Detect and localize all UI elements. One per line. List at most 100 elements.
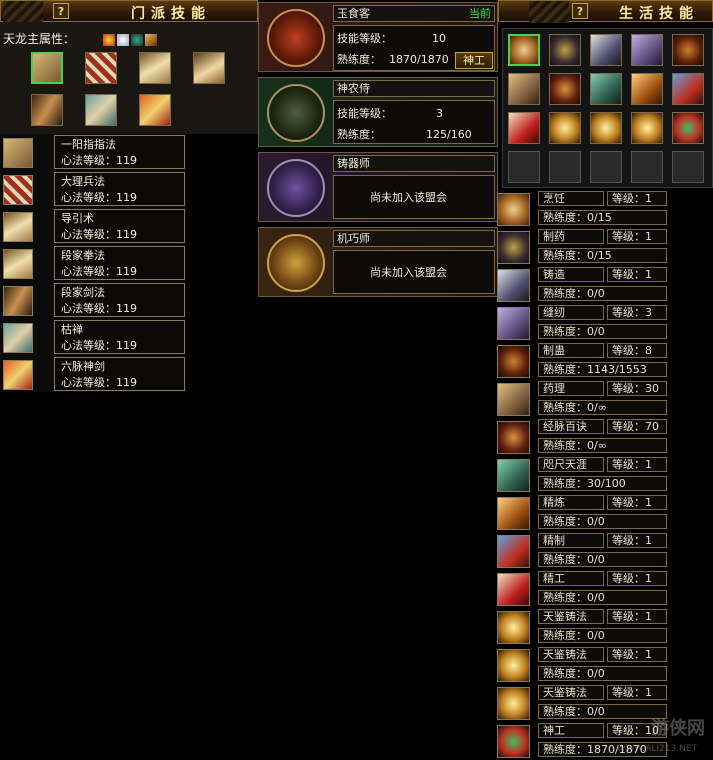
guild-card-smith[interactable]: 铸器师 尚未加入该盟会 [258,152,498,222]
army-book-icon[interactable] [3,175,33,205]
refine-icon[interactable] [497,497,530,530]
guild-name: 铸器师 [337,157,370,170]
life-skill-name-box: 精炼 [538,495,604,510]
life-skill-name-box: 铸造 [538,267,604,282]
sect-skill-level: 心法等级：119 [61,191,137,204]
sky-forge-icon[interactable] [497,649,530,682]
guild-card-herbalist[interactable]: 神农侍 技能等级： 3 熟练度： 125/160 [258,77,498,147]
life-skill-level-box: 等级：3 [607,305,667,320]
medicine-pot-icon[interactable] [549,34,581,66]
poison-icon[interactable] [672,34,704,66]
sewing-icon[interactable] [631,34,663,66]
cooking-icon[interactable] [508,34,540,66]
meridian-scorpion-icon[interactable] [549,73,581,105]
sect-skill-name: 大理兵法 [61,175,105,188]
craft-icon[interactable] [497,535,530,568]
sect-skill-row[interactable]: 枯禅 心法等级：119 [0,319,185,356]
sect-help-button[interactable]: ? [53,3,69,19]
life-skill-level: 等级：30 [612,382,659,395]
open-book-icon[interactable] [3,249,33,279]
army-book-icon[interactable] [85,52,117,84]
life-skill-name-box: 神工 [538,723,604,738]
sect-skill-row[interactable]: 导引术 心法等级：119 [0,208,185,245]
life-skill-proficiency: 熟练度：0/0 [543,629,605,642]
guild-card-artisan[interactable]: 机巧师 尚未加入该盟会 [258,227,498,297]
guild-name-box: 玉食客 当前 [333,5,495,22]
guild-card-cook[interactable]: 玉食客 当前 技能等级： 10 熟练度： 1870/1870 神工 [258,2,498,72]
scroll-seal-icon[interactable] [497,573,530,606]
map-icon[interactable] [590,73,622,105]
refine-icon[interactable] [631,73,663,105]
proficiency-value: 125/160 [426,128,472,141]
life-skill-level: 等级：8 [612,344,652,357]
life-skill-level-box: 等级：1 [607,685,667,700]
scroll-seal-icon[interactable] [508,112,540,144]
sect-skill-row[interactable]: 六脉神剑 心法等级：119 [0,356,185,393]
life-skill-level-box: 等级：1 [607,495,667,510]
sect-skill-level: 心法等级：119 [61,154,137,167]
open-book-icon[interactable] [139,52,171,84]
skill-level-label: 技能等级： [337,107,392,120]
life-skill-name: 咫尺天涯 [543,458,587,471]
life-skill-proficiency-box: 熟练度：0/0 [538,286,667,301]
craft-icon[interactable] [672,73,704,105]
sect-skill-row[interactable]: 段家剑法 心法等级：119 [0,282,185,319]
life-skill-level: 等级：1 [612,230,652,243]
skill-level-value: 3 [436,107,443,120]
scroll-book-icon[interactable] [3,138,33,168]
sky-forge-icon[interactable] [497,611,530,644]
life-skill-proficiency: 熟练度：0/15 [543,211,612,224]
divine-craft-icon[interactable] [672,112,704,144]
sword-book-icon[interactable] [3,286,33,316]
life-skill-name: 精工 [543,572,565,585]
herb-icon[interactable] [497,383,530,416]
sewing-icon[interactable] [497,307,530,340]
title-decoration [529,1,569,23]
life-skill-name: 经脉百诀 [543,420,587,433]
sect-skill-row[interactable]: 大理兵法心法等级：119 [0,171,185,208]
title-decoration [3,1,43,23]
life-skill-name: 天鉴铸法 [543,648,587,661]
sect-skill-info: 枯禅 心法等级：119 [54,320,185,354]
life-skill-level: 等级：3 [612,306,652,319]
forging-icon[interactable] [590,34,622,66]
six-meridian-book-icon[interactable] [139,94,171,126]
divine-craft-button[interactable]: 神工 [455,52,493,69]
life-skill-name: 精制 [543,534,565,547]
life-skill-name-box: 天鉴铸法 [538,609,604,624]
proficiency-label: 熟练度： [337,53,381,66]
life-skill-name: 铸造 [543,268,565,281]
scroll-book-icon[interactable] [31,52,63,84]
life-skill-proficiency-box: 熟练度：0/15 [538,248,667,263]
zen-book-icon[interactable] [85,94,117,126]
map-icon[interactable] [497,459,530,492]
sect-skill-level: 心法等级：119 [61,228,137,241]
sky-forge-icon[interactable] [497,687,530,720]
sword-book-icon[interactable] [31,94,63,126]
proficiency-label: 熟练度： [337,128,381,141]
sky-forge-icon[interactable] [590,112,622,144]
open-book-icon[interactable] [3,212,33,242]
sect-skill-row[interactable]: 一阳指指法 心法等级：119 [0,134,185,171]
herb-icon[interactable] [508,73,540,105]
forging-icon[interactable] [497,269,530,302]
sky-forge-icon[interactable] [631,112,663,144]
life-help-button[interactable]: ? [572,3,588,19]
six-meridian-book-icon[interactable] [3,360,33,390]
sect-skill-row[interactable]: 段家拳法 心法等级：119 [0,245,185,282]
sky-forge-icon[interactable] [549,112,581,144]
guild-status: 尚未加入该盟会 [333,175,495,219]
medicine-pot-icon[interactable] [497,231,530,264]
life-skill-name: 药理 [543,382,565,395]
cooking-icon[interactable] [497,193,530,226]
divine-craft-icon[interactable] [497,725,530,758]
sect-skill-level: 心法等级：119 [61,376,137,389]
watermark: 游侠网 [651,718,705,739]
open-book-icon[interactable] [193,52,225,84]
sect-skill-level: 心法等级：119 [61,302,137,315]
poison-icon[interactable] [497,345,530,378]
meridian-scorpion-icon[interactable] [497,421,530,454]
life-skill-name: 制蛊 [543,344,565,357]
zen-book-icon[interactable] [3,323,33,353]
sect-skill-info: 段家拳法 心法等级：119 [54,246,185,280]
